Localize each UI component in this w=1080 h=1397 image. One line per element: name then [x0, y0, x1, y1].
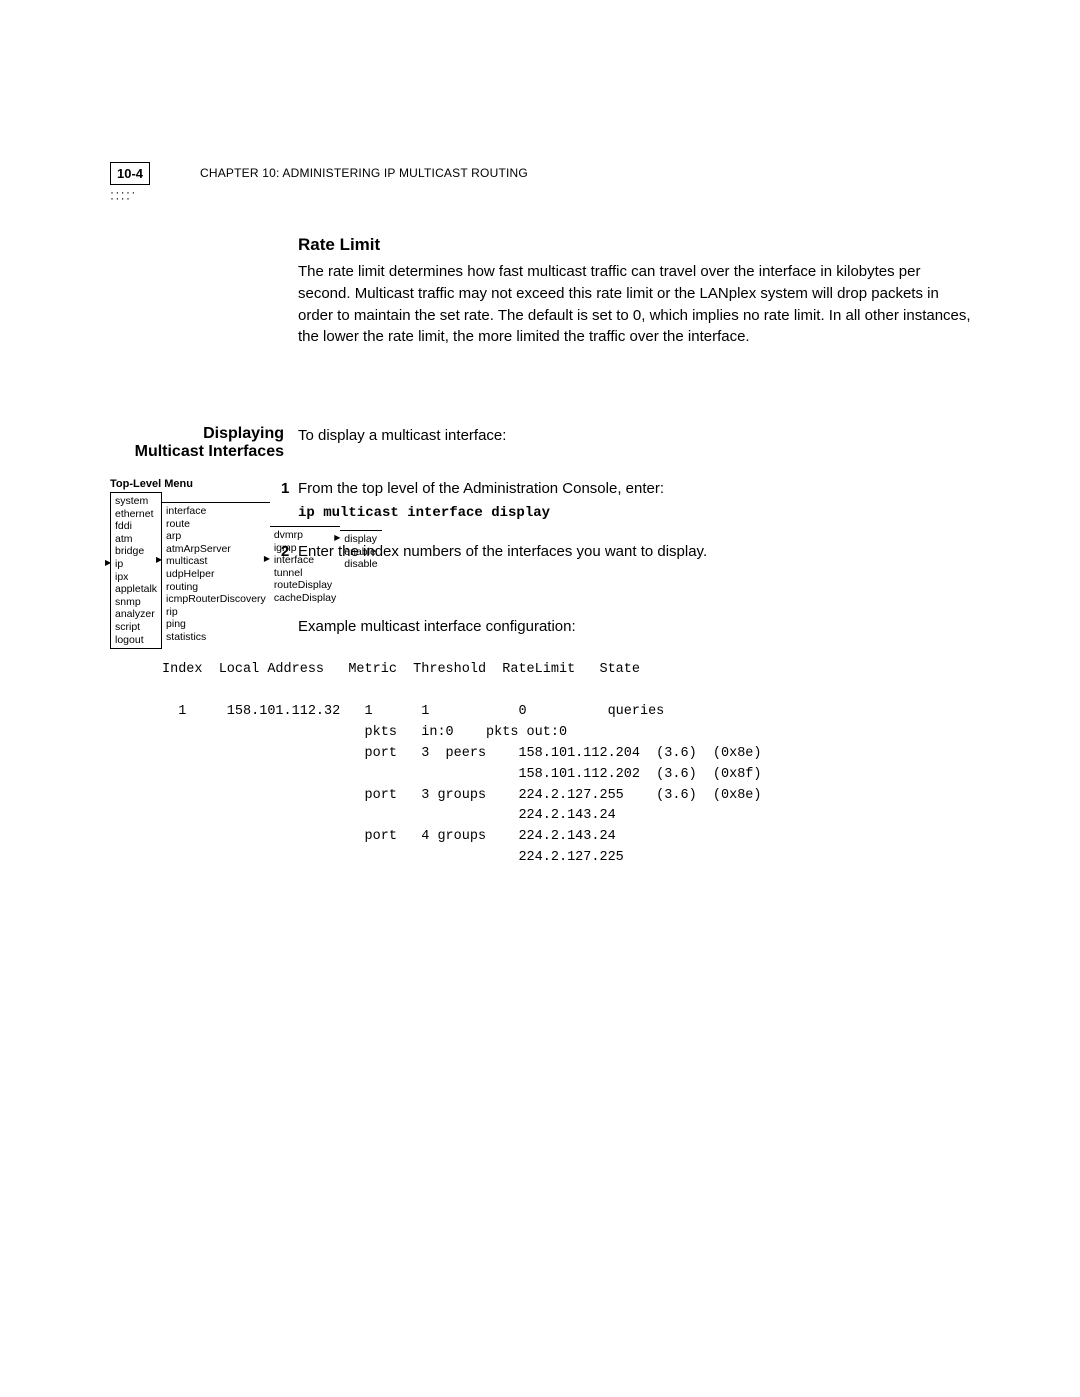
menu-item: routeDisplay: [274, 579, 336, 592]
menu-item: ethernet: [115, 508, 157, 521]
menu-item: ipx: [115, 571, 157, 584]
menu-item: fddi: [115, 520, 157, 533]
displaying-intro-text: To display a multicast interface:: [298, 427, 506, 444]
menu-item-selected: ip: [115, 558, 157, 571]
menu-col-1: system ethernet fddi atm bridge ip ipx a…: [110, 492, 162, 649]
step-2-text: Enter the index numbers of the interface…: [298, 543, 970, 560]
page-header: 10-4 · · · · ·· · · · CHAPTER 10: ADMINI…: [110, 162, 970, 201]
menu-item: system: [115, 495, 157, 508]
side-heading-line2: Multicast Interfaces: [104, 443, 284, 461]
menu-item: analyzer: [115, 608, 157, 621]
side-heading: Displaying Multicast Interfaces: [104, 425, 284, 461]
menu-title: Top-Level Menu: [110, 478, 382, 490]
page-number-box: 10-4: [110, 162, 150, 185]
menu-col-3: dvmrp igmp interface tunnel routeDisplay…: [270, 526, 340, 607]
menu-item: igmp: [274, 542, 336, 555]
menu-col-2: interface route arp atmArpServer multica…: [162, 502, 270, 646]
menu-item-selected: multicast: [166, 555, 266, 568]
menu-item: atmArpServer: [166, 543, 266, 556]
menu-item: route: [166, 518, 266, 531]
menu-item: statistics: [166, 631, 266, 644]
menu-item-selected: interface: [274, 554, 336, 567]
menu-item: bridge: [115, 545, 157, 558]
menu-item: routing: [166, 581, 266, 594]
menu-item: dvmrp: [274, 529, 336, 542]
menu-item: icmpRouterDiscovery: [166, 593, 266, 606]
menu-item: udpHelper: [166, 568, 266, 581]
menu-item: ping: [166, 618, 266, 631]
menu-item: snmp: [115, 596, 157, 609]
menu-item: disable: [344, 558, 377, 571]
menu-item: script: [115, 621, 157, 634]
menu-item-selected: display: [344, 533, 377, 546]
menu-col-4: display enable disable: [340, 530, 381, 573]
rate-limit-heading: Rate Limit: [298, 235, 972, 255]
menu-item: appletalk: [115, 583, 157, 596]
dots-decoration: · · · · ·· · · ·: [110, 189, 970, 201]
main-content: Rate Limit The rate limit determines how…: [298, 235, 972, 366]
menu-item: tunnel: [274, 567, 336, 580]
menu-item: logout: [115, 634, 157, 647]
chapter-title: CHAPTER 10: ADMINISTERING IP MULTICAST R…: [200, 166, 528, 180]
step-1-text: From the top level of the Administration…: [298, 480, 970, 497]
menu-item: arp: [166, 530, 266, 543]
menu-item: interface: [166, 505, 266, 518]
menu-item: enable: [344, 546, 377, 559]
page: 10-4 · · · · ·· · · · CHAPTER 10: ADMINI…: [0, 0, 1080, 1397]
menu-item: cacheDisplay: [274, 592, 336, 605]
example-output: Index Local Address Metric Threshold Rat…: [162, 660, 762, 869]
displaying-intro: To display a multicast interface:: [298, 427, 970, 444]
side-heading-line1: Displaying: [104, 425, 284, 443]
menu-diagram: Top-Level Menu system ethernet fddi atm …: [110, 478, 382, 649]
rate-limit-paragraph: The rate limit determines how fast multi…: [298, 261, 972, 348]
menu-item: atm: [115, 533, 157, 546]
menu-item: rip: [166, 606, 266, 619]
